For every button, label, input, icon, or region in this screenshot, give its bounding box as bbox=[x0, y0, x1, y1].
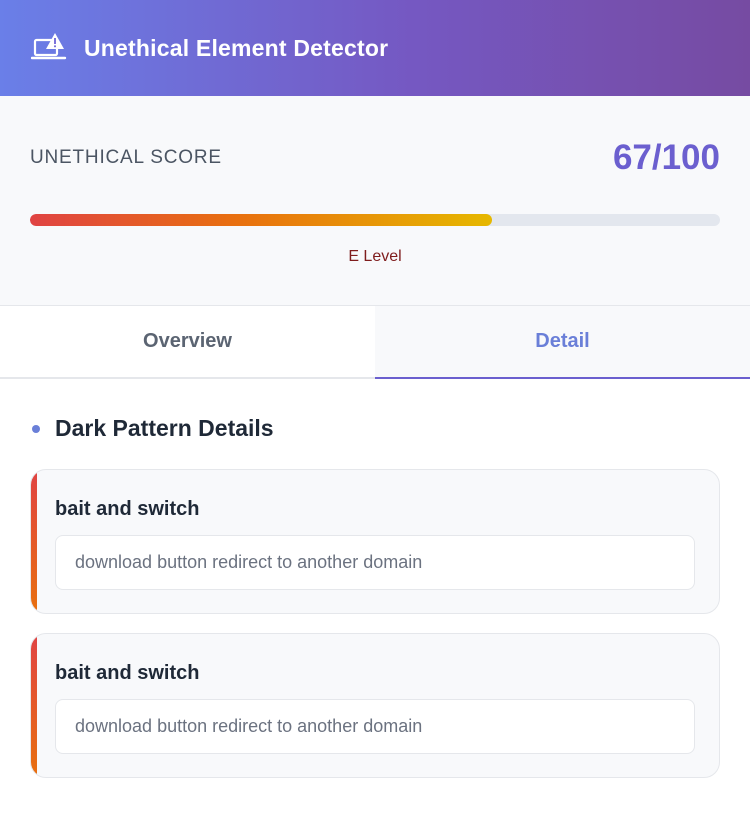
dark-pattern-title: bait and switch bbox=[55, 662, 200, 684]
score-section: UNETHICAL SCORE 67/100 E Level bbox=[0, 96, 750, 306]
laptop-warning-icon bbox=[31, 32, 67, 64]
dark-pattern-card: bait and switch download button redirect… bbox=[30, 469, 720, 614]
section-title: Dark Pattern Details bbox=[55, 415, 274, 441]
dark-pattern-description: download button redirect to another doma… bbox=[55, 535, 695, 590]
app-title: Unethical Element Detector bbox=[84, 34, 389, 61]
tab-bar: Overview Detail bbox=[0, 306, 750, 379]
tab-detail[interactable]: Detail bbox=[375, 306, 750, 379]
extension-popup: Unethical Element Detector UNETHICAL SCO… bbox=[0, 0, 750, 830]
score-progress-bar bbox=[30, 214, 720, 226]
card-accent-bar bbox=[31, 634, 37, 777]
score-value: 67/100 bbox=[612, 138, 720, 177]
score-label: UNETHICAL SCORE bbox=[30, 147, 222, 168]
detail-content: Dark Pattern Details bait and switch dow… bbox=[0, 379, 750, 778]
dark-pattern-description: download button redirect to another doma… bbox=[55, 699, 695, 754]
dark-pattern-card: bait and switch download button redirect… bbox=[30, 633, 720, 778]
card-accent-bar bbox=[31, 470, 37, 613]
section-heading: Dark Pattern Details bbox=[30, 415, 720, 442]
score-level: E Level bbox=[348, 248, 402, 265]
bullet-dot bbox=[32, 424, 40, 433]
tab-overview[interactable]: Overview bbox=[0, 306, 375, 377]
app-header: Unethical Element Detector bbox=[0, 0, 750, 96]
dark-pattern-title: bait and switch bbox=[55, 498, 200, 520]
score-progress-fill bbox=[30, 214, 493, 226]
